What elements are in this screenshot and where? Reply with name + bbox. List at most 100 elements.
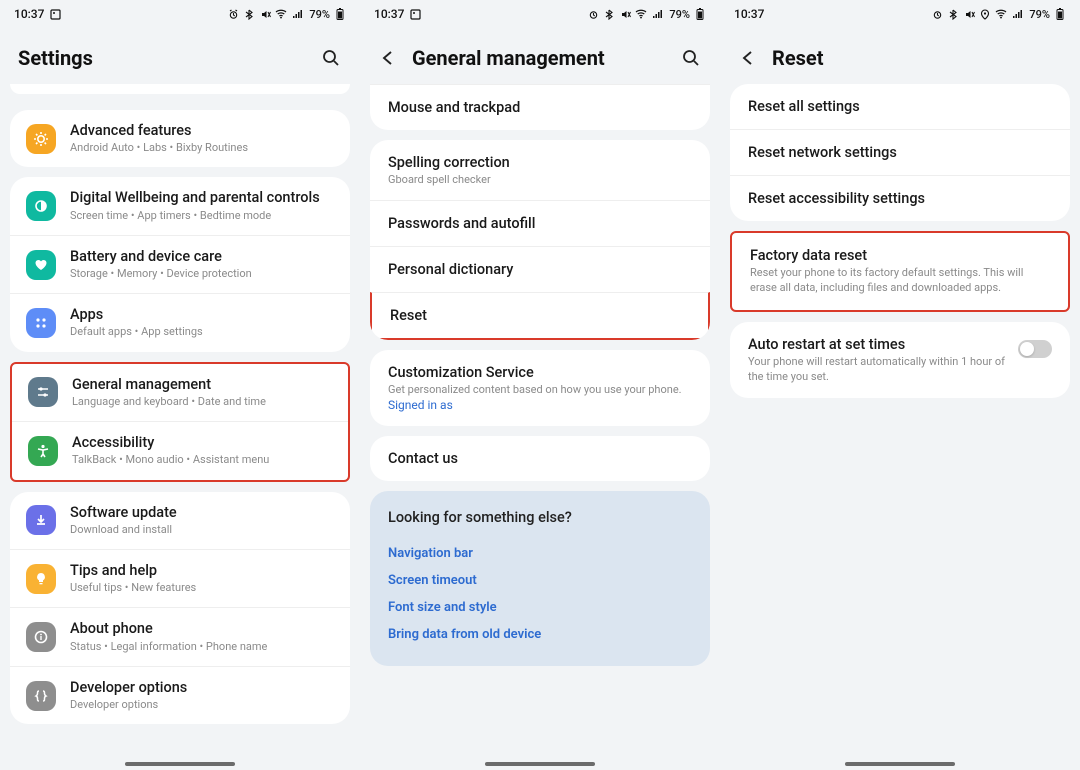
row-apps[interactable]: Apps Default apps • App settings <box>10 293 350 351</box>
alarm-icon <box>587 9 599 20</box>
bulb-icon <box>26 564 56 594</box>
row-reset-accessibility[interactable]: Reset accessibility settings <box>730 175 1070 221</box>
row-about-phone[interactable]: About phone Status • Legal information •… <box>10 607 350 665</box>
row-title: Auto restart at set times <box>748 336 1008 353</box>
screenshot-icon <box>50 9 61 20</box>
nav-handle[interactable] <box>485 762 595 766</box>
gm-group: Customization Service Get personalized c… <box>370 350 710 426</box>
signal-icon <box>1011 9 1023 19</box>
row-title: Factory data reset <box>750 247 1050 264</box>
row-customization[interactable]: Customization Service Get personalized c… <box>370 350 710 426</box>
wifi-icon <box>635 9 647 19</box>
row-passwords-autofill[interactable]: Passwords and autofill <box>370 200 710 246</box>
row-title: Apps <box>70 306 334 324</box>
reset-group-highlighted: Factory data reset Reset your phone to i… <box>730 231 1070 312</box>
nav-handle[interactable] <box>125 762 235 766</box>
row-link: Signed in as <box>388 398 692 412</box>
row-contact-us[interactable]: Contact us <box>370 436 710 481</box>
row-subtitle: Screen time • App timers • Bedtime mode <box>70 209 334 223</box>
location-icon <box>979 9 991 20</box>
row-reset-network[interactable]: Reset network settings <box>730 129 1070 175</box>
search-icon[interactable] <box>320 47 342 69</box>
status-time: 10:37 <box>14 7 44 21</box>
row-digital-wellbeing[interactable]: Digital Wellbeing and parental controls … <box>10 177 350 234</box>
bluetooth-icon <box>603 9 615 20</box>
gm-group: Mouse and trackpad <box>370 84 710 130</box>
row-subtitle: Storage • Memory • Device protection <box>70 267 334 281</box>
wifi-icon <box>275 9 287 19</box>
auto-restart-toggle[interactable] <box>1018 340 1052 358</box>
row-title: Reset <box>390 307 690 324</box>
wifi-icon <box>995 9 1007 19</box>
bluetooth-icon <box>947 9 959 20</box>
row-accessibility[interactable]: Accessibility TalkBack • Mono audio • As… <box>12 421 348 479</box>
row-advanced-features[interactable]: Advanced features Android Auto • Labs • … <box>10 110 350 167</box>
row-subtitle: Default apps • App settings <box>70 325 334 339</box>
row-tips-help[interactable]: Tips and help Useful tips • New features <box>10 549 350 607</box>
nav-handle[interactable] <box>845 762 955 766</box>
page-title: Reset <box>772 46 823 70</box>
row-subtitle: Language and keyboard • Date and time <box>72 395 332 409</box>
row-auto-restart[interactable]: Auto restart at set times Your phone wil… <box>730 322 1070 399</box>
row-title: Tips and help <box>70 562 334 580</box>
row-subtitle: Download and install <box>70 523 334 537</box>
screen-general-management: 10:37 79% General management <box>360 0 720 770</box>
apps-icon <box>26 308 56 338</box>
looking-for-card: Looking for something else? Navigation b… <box>370 491 710 666</box>
row-title: Mouse and trackpad <box>388 99 692 116</box>
row-reset-all[interactable]: Reset all settings <box>730 84 1070 129</box>
row-spelling[interactable]: Spelling correction Gboard spell checker <box>370 140 710 200</box>
status-time: 10:37 <box>374 7 404 21</box>
bluetooth-icon <box>243 9 255 20</box>
row-subtitle: Useful tips • New features <box>70 581 334 595</box>
row-subtitle: Gboard spell checker <box>388 173 692 186</box>
status-bar: 10:37 79% <box>360 0 720 28</box>
settings-group: Advanced features Android Auto • Labs • … <box>10 110 350 167</box>
battery-icon <box>1054 8 1066 20</box>
row-software-update[interactable]: Software update Download and install <box>10 492 350 549</box>
row-personal-dictionary[interactable]: Personal dictionary <box>370 246 710 292</box>
gm-group: Spelling correction Gboard spell checker… <box>370 140 710 340</box>
signal-icon <box>291 9 303 19</box>
mute-icon <box>963 9 975 20</box>
back-button[interactable] <box>378 48 398 68</box>
gm-group: Contact us <box>370 436 710 481</box>
status-bar: 10:37 79% <box>0 0 360 28</box>
alarm-icon <box>227 9 239 20</box>
link-screen-timeout[interactable]: Screen timeout <box>388 567 692 594</box>
row-subtitle: Developer options <box>70 698 334 712</box>
row-title: About phone <box>70 620 334 638</box>
row-general-management[interactable]: General management Language and keyboard… <box>12 364 348 421</box>
row-factory-reset[interactable]: Factory data reset Reset your phone to i… <box>732 233 1068 310</box>
header: General management <box>360 28 720 84</box>
screen-reset: 10:37 79% Reset <box>720 0 1080 770</box>
settings-group: Software update Download and install Tip… <box>10 492 350 725</box>
row-title: Accessibility <box>72 434 332 452</box>
link-navigation-bar[interactable]: Navigation bar <box>388 540 692 567</box>
status-battery: 79% <box>1029 8 1050 21</box>
status-battery: 79% <box>309 8 330 21</box>
row-battery-care[interactable]: Battery and device care Storage • Memory… <box>10 235 350 293</box>
row-title: Reset all settings <box>748 98 1052 115</box>
link-bring-data[interactable]: Bring data from old device <box>388 621 692 648</box>
mute-icon <box>259 9 271 20</box>
row-title: Spelling correction <box>388 154 692 171</box>
looking-heading: Looking for something else? <box>388 509 692 526</box>
row-mouse-trackpad[interactable]: Mouse and trackpad <box>370 85 710 130</box>
back-button[interactable] <box>738 48 758 68</box>
row-title: Reset accessibility settings <box>748 190 1052 207</box>
advanced-features-icon <box>26 124 56 154</box>
link-font-size[interactable]: Font size and style <box>388 594 692 621</box>
row-developer-options[interactable]: Developer options Developer options <box>10 666 350 724</box>
signal-icon <box>651 9 663 19</box>
search-icon[interactable] <box>680 47 702 69</box>
row-reset[interactable]: Reset <box>370 292 710 340</box>
row-subtitle: Reset your phone to its factory default … <box>750 266 1050 296</box>
braces-icon <box>26 681 56 711</box>
row-title: Battery and device care <box>70 248 334 266</box>
status-time: 10:37 <box>734 7 764 21</box>
reset-group: Reset all settings Reset network setting… <box>730 84 1070 221</box>
settings-group-highlighted: General management Language and keyboard… <box>10 362 350 482</box>
card-peek <box>10 84 350 94</box>
page-title: General management <box>412 46 605 70</box>
